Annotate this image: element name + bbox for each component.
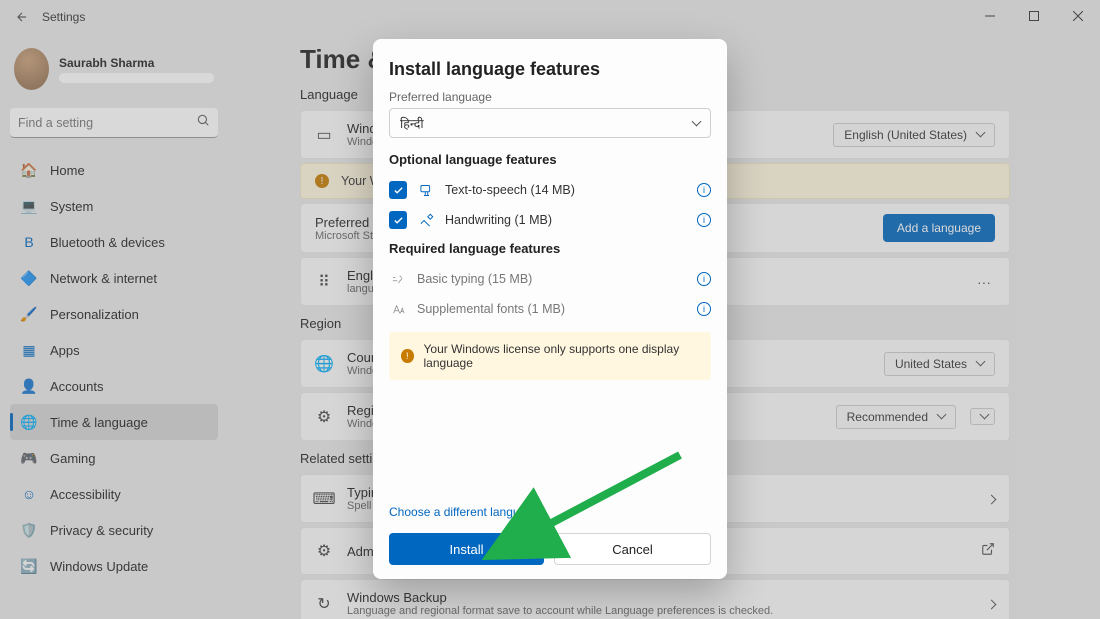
preferred-language-label: Preferred language xyxy=(389,90,711,104)
info-icon[interactable]: i xyxy=(697,302,711,316)
warning-icon: ! xyxy=(401,349,414,363)
dialog-warning-banner: ! Your Windows license only supports one… xyxy=(389,332,711,380)
feature-handwriting[interactable]: Handwriting (1 MB) i xyxy=(389,205,711,235)
fonts-icon xyxy=(389,302,407,317)
feature-supplemental-fonts: Supplemental fonts (1 MB) i xyxy=(389,294,711,324)
info-icon[interactable]: i xyxy=(697,272,711,286)
speech-icon xyxy=(417,183,435,198)
cancel-button[interactable]: Cancel xyxy=(554,533,711,565)
checkbox-checked[interactable] xyxy=(389,181,407,199)
feature-text-to-speech[interactable]: Text-to-speech (14 MB) i xyxy=(389,175,711,205)
choose-different-language-link[interactable]: Choose a different language xyxy=(389,505,540,519)
required-features-label: Required language features xyxy=(389,241,711,256)
dialog-title: Install language features xyxy=(389,59,711,80)
optional-features-label: Optional language features xyxy=(389,152,711,167)
info-icon[interactable]: i xyxy=(697,213,711,227)
chevron-down-icon xyxy=(689,116,700,130)
info-icon[interactable]: i xyxy=(697,183,711,197)
preferred-language-select[interactable]: हिन्दी xyxy=(389,108,711,138)
handwriting-icon xyxy=(417,213,435,228)
typing-icon xyxy=(389,272,407,287)
install-button[interactable]: Install xyxy=(389,533,544,565)
feature-basic-typing: Basic typing (15 MB) i xyxy=(389,264,711,294)
checkbox-checked[interactable] xyxy=(389,211,407,229)
install-language-dialog: Install language features Preferred lang… xyxy=(373,39,727,579)
